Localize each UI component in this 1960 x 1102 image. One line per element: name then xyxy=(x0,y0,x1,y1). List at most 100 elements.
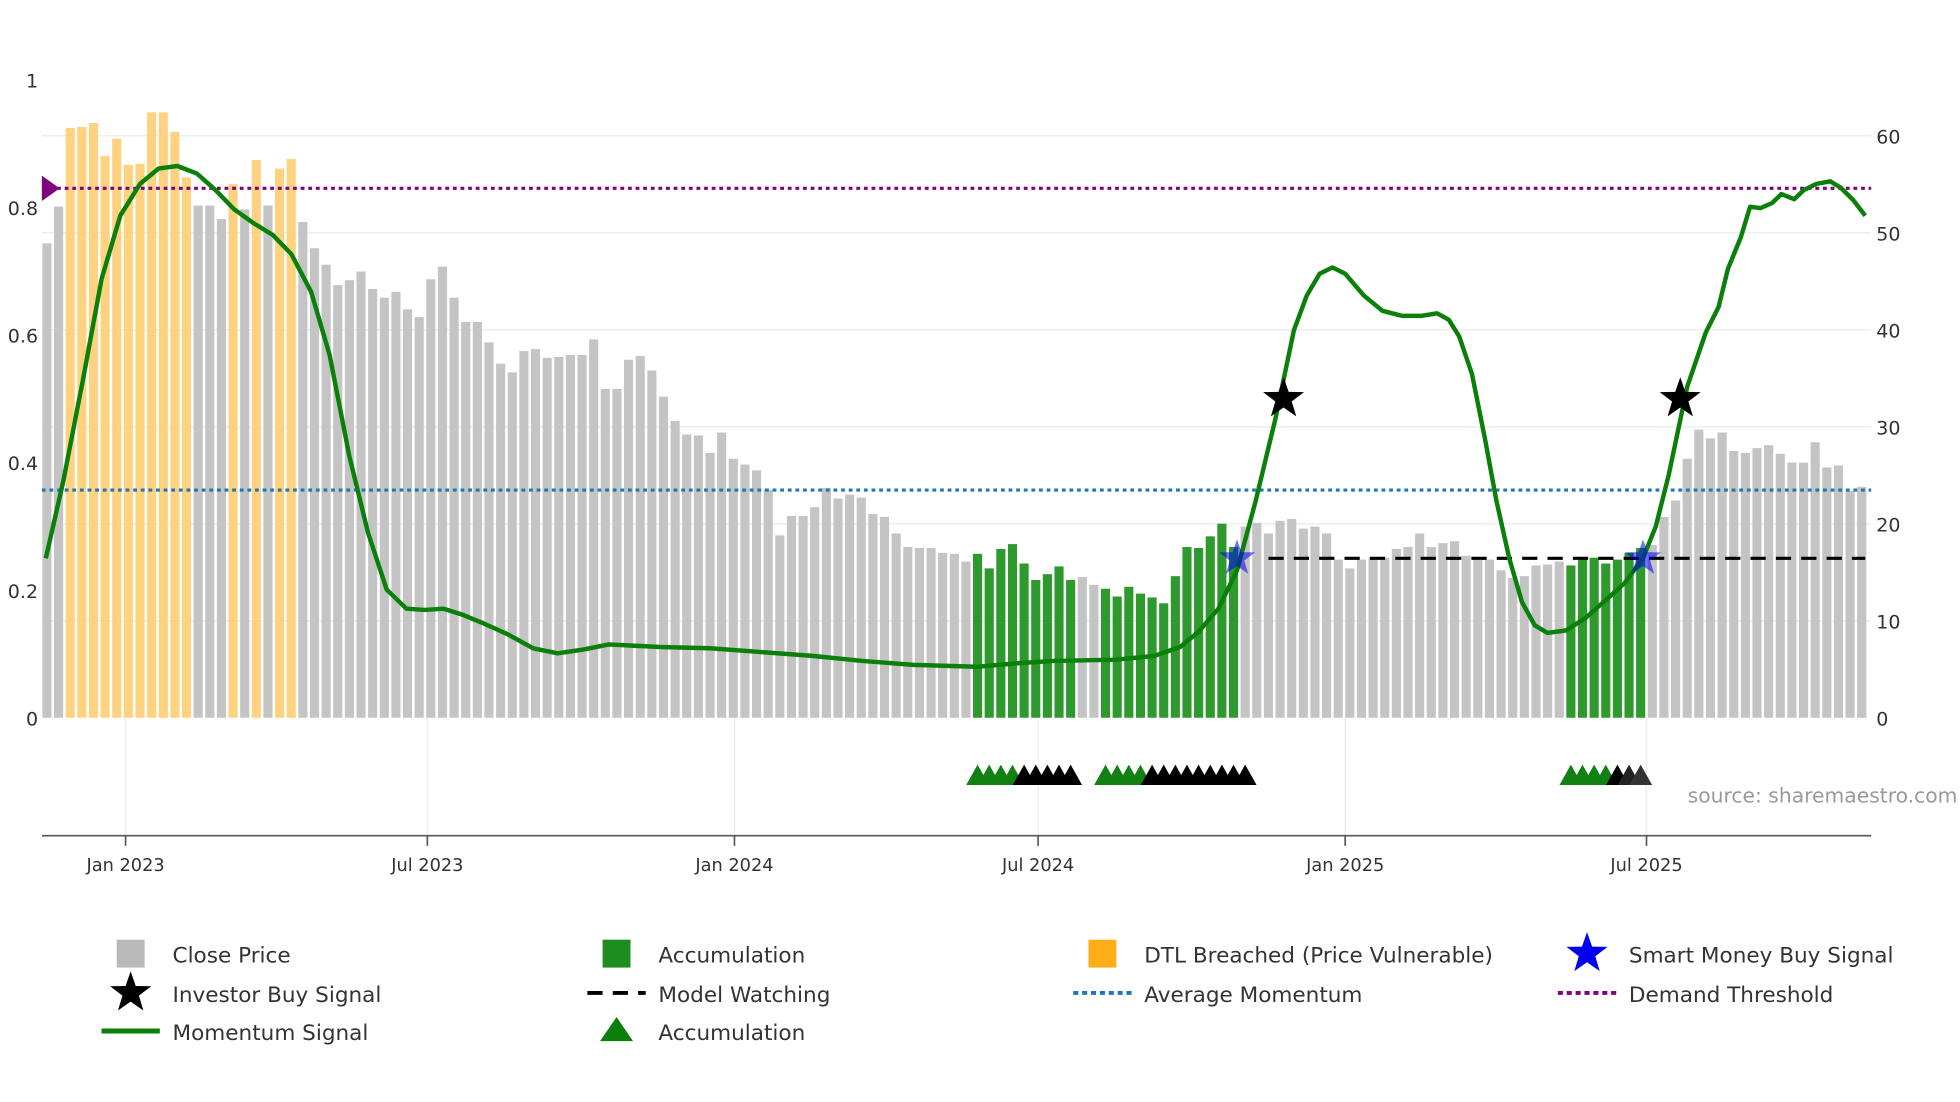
legend-label: Accumulation xyxy=(658,1021,805,1046)
close-price-bar xyxy=(821,487,831,718)
legend-square-icon xyxy=(116,939,145,968)
legend-triangle-icon xyxy=(600,1017,634,1042)
accumulation-bar xyxy=(1636,547,1646,718)
dtl-breached-bar xyxy=(181,177,192,718)
close-price-bar xyxy=(449,297,459,718)
close-price-bar xyxy=(1694,429,1704,718)
dtl-breached-bar xyxy=(123,164,133,718)
x-axis-tick: Jul 2023 xyxy=(390,856,463,876)
close-price-bar xyxy=(1484,559,1495,718)
demand-threshold-marker xyxy=(41,175,60,202)
close-price-bar xyxy=(461,321,471,718)
close-price-bar xyxy=(833,498,843,718)
close-price-bar xyxy=(1310,526,1320,718)
legend-star-icon xyxy=(1566,932,1608,972)
legend-item: Average Momentum xyxy=(1073,983,1362,1008)
close-price-bar xyxy=(1391,548,1401,718)
close-price-bar xyxy=(1705,438,1716,718)
right-axis-tick: 50 xyxy=(1876,223,1900,245)
close-price-bar xyxy=(914,547,924,718)
legend-item: Investor Buy Signal xyxy=(110,971,381,1011)
x-axis-tick: Jan 2023 xyxy=(85,856,164,876)
close-price-bar xyxy=(426,279,436,718)
close-price-bar xyxy=(1508,578,1518,718)
close-price-bar xyxy=(496,363,506,718)
close-price-bar xyxy=(1252,522,1262,718)
close-price-bar xyxy=(1089,584,1099,718)
accumulation-bar xyxy=(1182,547,1192,718)
close-price-bar xyxy=(810,507,820,718)
close-price-bar xyxy=(1356,559,1367,718)
accumulation-bar xyxy=(1007,544,1018,718)
close-price-bar xyxy=(845,494,855,718)
close-price-bar xyxy=(1845,490,1855,718)
close-price-bar xyxy=(1403,547,1413,718)
source-note: source: sharemaestro.com xyxy=(1688,784,1958,808)
legend-label: DTL Breached (Price Vulnerable) xyxy=(1144,944,1493,969)
legend-star-icon xyxy=(110,971,152,1011)
x-axis-tick: Jul 2024 xyxy=(1001,856,1074,876)
legend-label: Model Watching xyxy=(658,983,830,1008)
close-price-bar xyxy=(868,514,878,718)
legend-item: Close Price xyxy=(116,939,291,969)
close-price-bar xyxy=(763,489,773,718)
close-price-bar xyxy=(1461,555,1471,718)
legend-label: Momentum Signal xyxy=(173,1021,369,1046)
dtl-breached-bar xyxy=(88,123,99,718)
left-axis-tick: 0.2 xyxy=(8,581,38,603)
close-price-bar xyxy=(624,359,634,718)
close-price-bar xyxy=(414,317,424,718)
close-price-bar xyxy=(1415,533,1425,718)
legend-item: DTL Breached (Price Vulnerable) xyxy=(1088,939,1493,969)
dtl-breached-bar xyxy=(275,168,285,718)
close-price-bar xyxy=(263,205,273,718)
close-price-bar xyxy=(635,355,645,718)
x-axis-tick: Jan 2025 xyxy=(1305,856,1384,876)
accumulation-bar xyxy=(1601,563,1611,718)
legend-label: Average Momentum xyxy=(1144,983,1362,1008)
accumulation-bar xyxy=(1100,588,1111,718)
close-price-bar xyxy=(565,354,575,718)
legend-item: Accumulation xyxy=(600,1017,805,1046)
left-axis-tick: 0.8 xyxy=(8,198,38,220)
left-axis-tick: 0.6 xyxy=(8,326,38,348)
close-price-bar xyxy=(205,205,215,718)
close-price-bar xyxy=(484,342,494,718)
close-price-bar xyxy=(1345,568,1355,718)
legend-label: Demand Threshold xyxy=(1629,983,1833,1008)
close-price-bar xyxy=(542,357,552,718)
close-price-bar xyxy=(1775,453,1785,718)
close-price-bar xyxy=(1077,577,1087,718)
close-price-bar xyxy=(1833,465,1844,718)
close-price-bar xyxy=(728,458,738,718)
close-price-bar xyxy=(1496,570,1506,718)
close-price-bar xyxy=(589,339,599,718)
close-price-bar xyxy=(1810,442,1820,718)
legend: Close Price Accumulation DTL Breached (Pri… xyxy=(101,932,1893,1046)
legend-item: Momentum Signal xyxy=(101,1021,368,1046)
close-price-bar xyxy=(1438,543,1448,718)
close-price-bar xyxy=(798,515,808,718)
investor-buy-star xyxy=(1263,377,1305,417)
close-price-bar xyxy=(682,434,692,718)
close-price-bar xyxy=(368,288,378,718)
close-price-bar xyxy=(216,219,227,718)
accumulation-bar xyxy=(1124,586,1134,718)
close-price-bar xyxy=(1426,547,1436,718)
dtl-breached-bar xyxy=(158,112,168,718)
left-axis-tick: 0.4 xyxy=(8,453,38,475)
close-price-bar xyxy=(612,388,622,718)
close-price-bar xyxy=(879,516,890,718)
close-price-bar xyxy=(1322,533,1332,718)
left-axis-tick: 1 xyxy=(26,71,38,93)
momentum-chart: 00.20.40.60.810102030405060Jan 2023 Jul 2… xyxy=(8,71,1958,1046)
close-price-bar xyxy=(1333,559,1343,718)
dtl-breached-bar xyxy=(77,126,87,718)
close-price-bar xyxy=(333,285,343,718)
legend-square-icon xyxy=(1088,939,1117,968)
close-price-bar xyxy=(391,291,401,718)
dtl-breached-bar xyxy=(228,184,238,718)
close-price-bar xyxy=(658,396,669,718)
accumulation-bar xyxy=(1019,563,1029,718)
dtl-breached-bar xyxy=(170,131,180,718)
